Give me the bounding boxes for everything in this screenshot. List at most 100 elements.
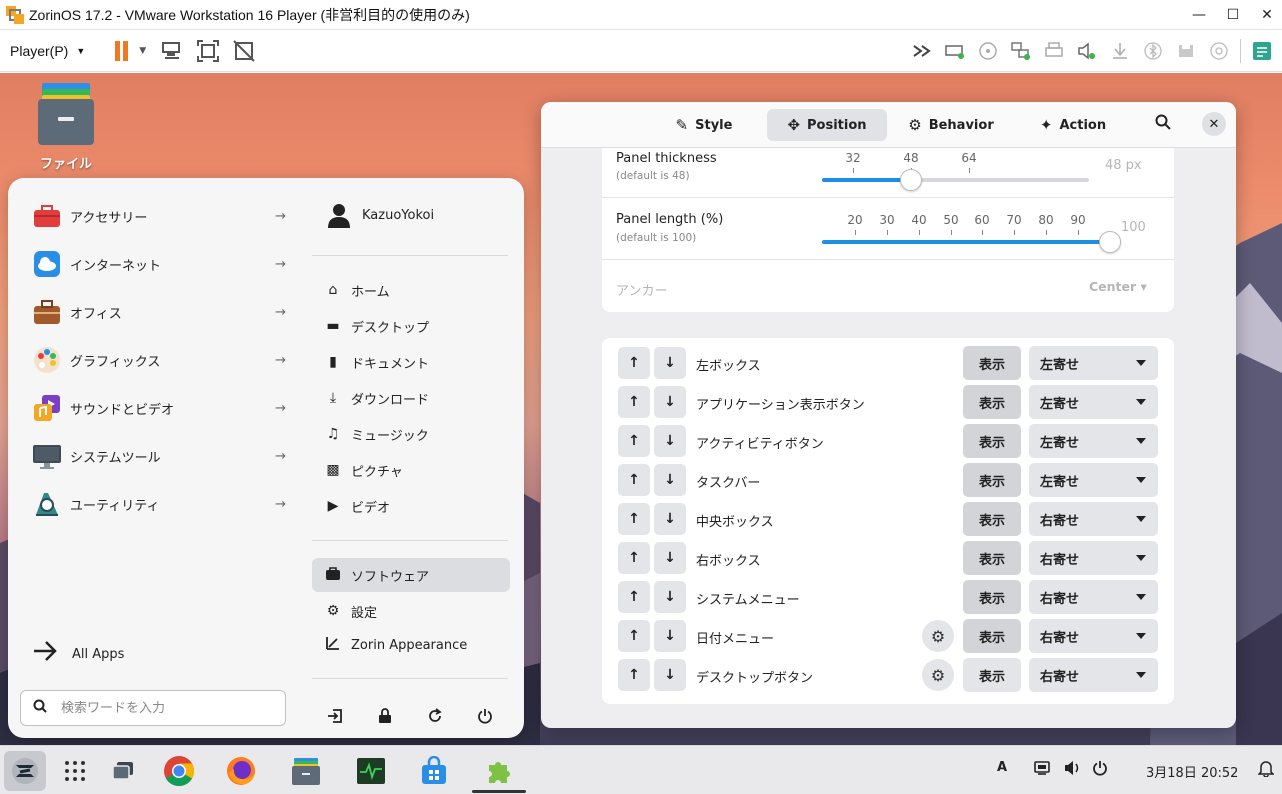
show-toggle-button[interactable]: 表示 (963, 424, 1021, 458)
place-videos[interactable]: ▶ ビデオ (312, 489, 510, 523)
hard-disk-icon[interactable] (943, 39, 967, 63)
network-adapter-icon[interactable] (1009, 39, 1033, 63)
place-pictures[interactable]: ▩ ピクチャ (312, 453, 510, 487)
extensions-button[interactable] (478, 751, 520, 791)
anchor-dropdown[interactable]: Center ▾ (1089, 279, 1147, 294)
place-documents[interactable]: ▮ ドキュメント (312, 345, 510, 379)
move-down-button[interactable]: ↓ (654, 542, 686, 574)
show-toggle-button[interactable]: 表示 (963, 346, 1021, 380)
volume-icon[interactable] (1064, 760, 1082, 780)
unity-mode-button[interactable] (232, 39, 256, 63)
show-toggle-button[interactable]: 表示 (963, 541, 1021, 575)
firefox-button[interactable] (220, 751, 262, 791)
move-down-button[interactable]: ↓ (654, 659, 686, 691)
move-down-button[interactable]: ↓ (654, 464, 686, 496)
show-toggle-button[interactable]: 表示 (963, 463, 1021, 497)
message-log-icon[interactable] (1250, 39, 1274, 63)
floppy-icon[interactable] (1174, 39, 1198, 63)
category-system-tools[interactable]: システムツール → (32, 438, 292, 474)
zorin-menu-button[interactable] (4, 751, 46, 791)
cd-dvd-icon[interactable] (976, 39, 1000, 63)
alignment-dropdown[interactable]: 右寄せ (1029, 502, 1158, 536)
category-office[interactable]: オフィス → (32, 294, 292, 330)
move-up-button[interactable]: ↑ (618, 503, 650, 535)
usb-icon[interactable] (1108, 39, 1132, 63)
search-box[interactable] (20, 690, 286, 726)
move-down-button[interactable]: ↓ (654, 425, 686, 457)
notification-bell-icon[interactable] (1257, 759, 1275, 781)
alignment-dropdown[interactable]: 左寄せ (1029, 463, 1158, 497)
desktop-files-shortcut[interactable]: ファイル (30, 81, 102, 172)
show-toggle-button[interactable]: 表示 (963, 619, 1021, 653)
player-menu[interactable]: Player(P) ▼ (10, 43, 85, 59)
length-slider-fill[interactable] (822, 240, 1110, 244)
move-down-button[interactable]: ↓ (654, 620, 686, 652)
category-utilities[interactable]: ユーティリティ → (32, 486, 292, 522)
user-account[interactable]: KazuoYokoi (326, 202, 434, 228)
length-slider-handle[interactable] (1099, 231, 1121, 253)
more-devices-icon[interactable] (910, 39, 934, 63)
thickness-slider-handle[interactable] (900, 169, 922, 191)
pause-button[interactable]: ▼ (113, 40, 146, 62)
restart-icon[interactable] (424, 705, 446, 727)
category-sound-video[interactable]: サウンドとビデオ → (32, 390, 292, 426)
software-store-button[interactable] (413, 751, 455, 791)
alignment-dropdown[interactable]: 左寄せ (1029, 385, 1158, 419)
bluetooth-icon[interactable] (1141, 39, 1165, 63)
move-up-button[interactable]: ↑ (618, 425, 650, 457)
move-down-button[interactable]: ↓ (654, 503, 686, 535)
search-input[interactable] (61, 700, 261, 716)
tab-action[interactable]: ✦ Action (1035, 109, 1111, 141)
power-icon[interactable] (474, 705, 496, 727)
settings-button[interactable]: ⚙ 設定 (312, 594, 510, 628)
alignment-dropdown[interactable]: 左寄せ (1029, 346, 1158, 380)
minimize-button[interactable]: — (1184, 0, 1214, 30)
category-graphics[interactable]: グラフィックス → (32, 342, 292, 378)
gear-icon[interactable]: ⚙ (922, 620, 954, 652)
all-apps-button[interactable]: All Apps (32, 640, 124, 668)
move-up-button[interactable]: ↑ (618, 581, 650, 613)
clock[interactable]: 3月18日 20:52 (1146, 762, 1238, 781)
move-down-button[interactable]: ↓ (654, 347, 686, 379)
close-window-button[interactable]: ✕ (1252, 0, 1282, 30)
alignment-dropdown[interactable]: 右寄せ (1029, 619, 1158, 653)
gear-icon[interactable]: ⚙ (922, 659, 954, 691)
workspaces-button[interactable] (102, 751, 144, 791)
tab-behavior[interactable]: ⚙ Behavior (905, 109, 997, 141)
show-toggle-button[interactable]: 表示 (963, 580, 1021, 614)
close-icon[interactable]: ✕ (1202, 112, 1226, 136)
alignment-dropdown[interactable]: 左寄せ (1029, 424, 1158, 458)
power-icon[interactable] (1092, 760, 1108, 780)
show-toggle-button[interactable]: 表示 (963, 658, 1021, 692)
move-up-button[interactable]: ↑ (618, 464, 650, 496)
files-button[interactable] (285, 751, 327, 791)
printer-icon[interactable] (1042, 39, 1066, 63)
move-down-button[interactable]: ↓ (654, 386, 686, 418)
send-ctrl-alt-del-button[interactable] (160, 39, 184, 63)
keyboard-layout-indicator[interactable]: A (997, 760, 1007, 775)
category-accessories[interactable]: アクセサリー → (32, 198, 292, 234)
chrome-button[interactable] (158, 751, 200, 791)
alignment-dropdown[interactable]: 右寄せ (1029, 658, 1158, 692)
place-desktop[interactable]: ▬ デスクトップ (312, 309, 510, 343)
zorin-appearance-button[interactable]: Zorin Appearance (312, 628, 510, 662)
move-up-button[interactable]: ↑ (618, 347, 650, 379)
tab-position[interactable]: ✥ Position (767, 109, 887, 141)
camera-icon[interactable] (1207, 39, 1231, 63)
search-icon[interactable] (1155, 114, 1171, 134)
app-grid-button[interactable] (54, 751, 96, 791)
move-down-button[interactable]: ↓ (654, 581, 686, 613)
show-toggle-button[interactable]: 表示 (963, 385, 1021, 419)
move-up-button[interactable]: ↑ (618, 659, 650, 691)
alignment-dropdown[interactable]: 右寄せ (1029, 541, 1158, 575)
place-home[interactable]: ⌂ ホーム (312, 273, 510, 307)
category-internet[interactable]: インターネット → (32, 246, 292, 282)
lock-icon[interactable] (374, 705, 396, 727)
move-up-button[interactable]: ↑ (618, 386, 650, 418)
move-up-button[interactable]: ↑ (618, 542, 650, 574)
move-up-button[interactable]: ↑ (618, 620, 650, 652)
system-monitor-button[interactable] (350, 751, 392, 791)
place-downloads[interactable]: ⤓ ダウンロード (312, 381, 510, 415)
fit-guest-button[interactable] (196, 39, 220, 63)
sound-card-icon[interactable] (1075, 39, 1099, 63)
